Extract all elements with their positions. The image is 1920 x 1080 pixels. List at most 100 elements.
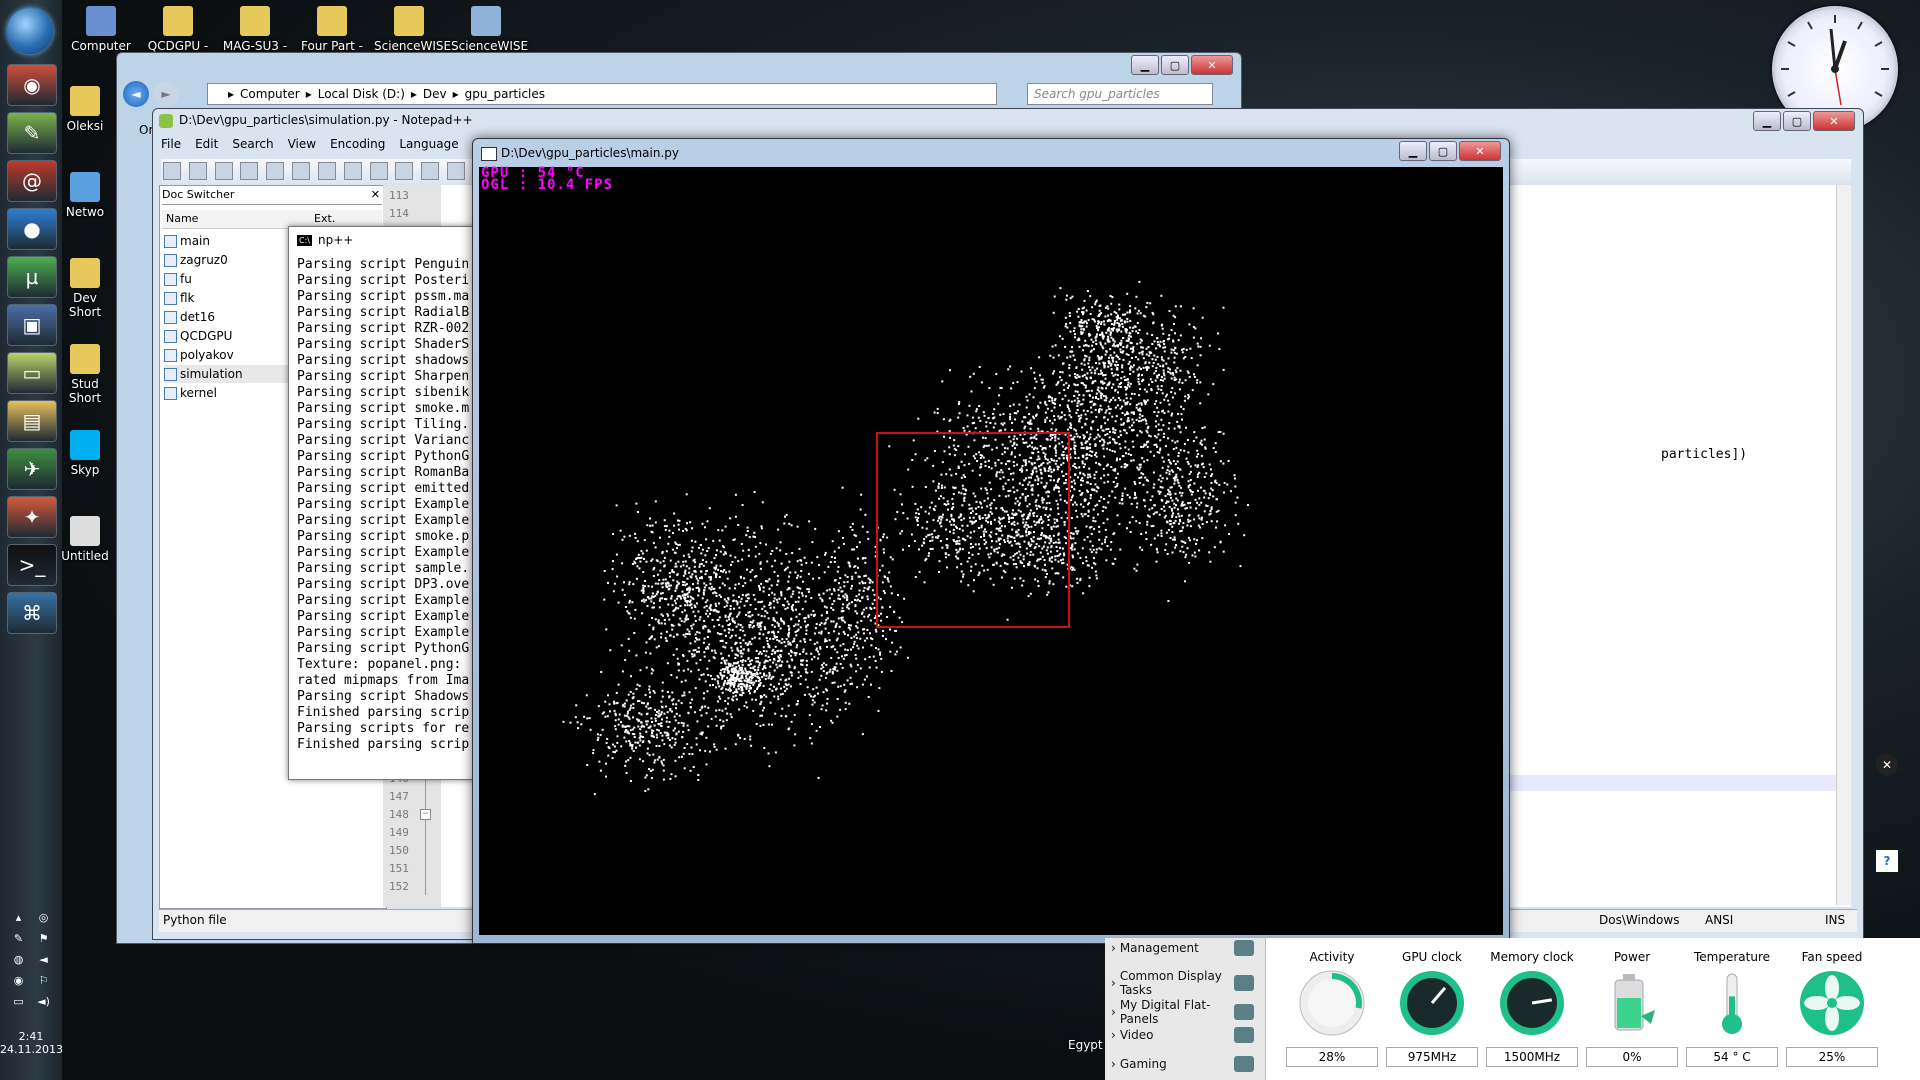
breadcrumb-item[interactable]: Computer: [240, 87, 300, 101]
utorrent-icon[interactable]: µ: [7, 256, 57, 298]
help-icon[interactable]: ?: [1876, 850, 1898, 872]
file-icon: [164, 234, 177, 248]
catalyst-nav-item[interactable]: › Gaming: [1111, 1056, 1261, 1072]
open-file-icon[interactable]: [188, 162, 207, 180]
desktop-icon[interactable]: Untitled: [60, 516, 110, 563]
console-line: Parsing script Example: [297, 513, 470, 528]
desktop-icon[interactable]: Netwo: [60, 172, 110, 219]
close-button[interactable]: ✕: [1191, 55, 1233, 75]
new-file-icon[interactable]: [163, 162, 181, 180]
close-icon[interactable]: ✕: [371, 188, 380, 201]
desktop-icon[interactable]: MAG-SU3 -: [220, 6, 290, 53]
tray-flag-icon[interactable]: ⚐: [35, 974, 52, 987]
menu-item[interactable]: File: [161, 137, 181, 157]
close-all-icon[interactable]: [292, 162, 311, 180]
desktop-icon[interactable]: ScienceWISE: [374, 6, 451, 53]
line-number: 152: [389, 880, 409, 893]
explorer-icon[interactable]: ▭: [7, 352, 57, 394]
desktop-icon[interactable]: QCDGPU -: [143, 6, 213, 53]
console-line: Parsing script PythonG: [297, 449, 470, 464]
tray-clock[interactable]: 2:41 24.11.2013: [0, 1030, 63, 1056]
search-input[interactable]: Search gpu_particles: [1027, 83, 1213, 105]
vertical-scrollbar[interactable]: [1836, 185, 1851, 905]
breadcrumb-item[interactable]: Local Disk (D:): [318, 87, 405, 101]
console-window[interactable]: C:\ np++ Parsing script Penguin Parsing s…: [288, 226, 482, 780]
close-button[interactable]: ✕: [1459, 141, 1501, 161]
close-file-icon[interactable]: [266, 162, 285, 180]
selection-box[interactable]: [876, 432, 1070, 628]
start-button[interactable]: [7, 8, 53, 54]
desktop-icon[interactable]: ScienceWISE: [451, 6, 528, 53]
save-all-icon[interactable]: [240, 162, 259, 180]
fold-toggle-icon[interactable]: −: [420, 809, 431, 820]
save-icon[interactable]: [214, 162, 233, 180]
map-app-icon[interactable]: ✈: [7, 448, 57, 490]
gauge-value: 0%: [1586, 1047, 1678, 1067]
tray-volume-icon[interactable]: ◄): [35, 995, 52, 1008]
close-icon[interactable]: ✕: [1876, 754, 1898, 776]
notepadpp-icon[interactable]: ✎: [7, 112, 57, 154]
tray-pen-icon[interactable]: ✎: [10, 932, 27, 945]
desktop-icon[interactable]: Stud Short: [60, 344, 110, 405]
tray-display-icon[interactable]: ▭: [10, 995, 27, 1008]
tray-antivirus-icon[interactable]: ◍: [10, 953, 27, 966]
chrome-icon[interactable]: ◉: [7, 64, 57, 106]
swirl-app-icon[interactable]: @: [7, 160, 57, 202]
tray-network-icon[interactable]: ▴: [10, 911, 27, 924]
menu-item[interactable]: View: [288, 137, 316, 157]
globe-icon[interactable]: ●: [7, 208, 57, 250]
catalyst-nav-item[interactable]: › Management: [1111, 940, 1261, 956]
tray-volume-muted-icon[interactable]: ◄: [35, 953, 52, 966]
tray-skype-icon[interactable]: ◎: [35, 911, 52, 924]
cmd-icon[interactable]: >_: [7, 544, 57, 586]
main-py-window[interactable]: D:\Dev\gpu_particles\main.py ▁ ▢ ✕ GPU :…: [472, 138, 1510, 944]
shortcut-icon: [317, 6, 347, 36]
close-button[interactable]: ✕: [1813, 111, 1855, 131]
paste-icon[interactable]: [395, 162, 414, 180]
desktop-icon[interactable]: Oleksi: [60, 86, 110, 133]
virtualbox-icon[interactable]: ▣: [7, 304, 57, 346]
cut-icon[interactable]: [343, 162, 362, 180]
catalyst-nav-item[interactable]: › Video: [1111, 1027, 1261, 1043]
copy-icon[interactable]: [369, 162, 388, 180]
tray-icons[interactable]: ▴ ◎ ✎ ⚑ ◍ ◄ ◉ ⚐ ▭ ◄): [0, 905, 62, 1025]
maximize-button[interactable]: ▢: [1429, 141, 1457, 161]
print-icon[interactable]: [317, 162, 336, 180]
breadcrumb-item[interactable]: Dev: [423, 87, 447, 101]
back-arrow-icon[interactable]: ◄: [123, 81, 149, 107]
maximize-button[interactable]: ▢: [1161, 55, 1189, 75]
column-name[interactable]: Name: [166, 212, 198, 225]
redo-icon[interactable]: [447, 162, 466, 180]
maximize-button[interactable]: ▢: [1783, 111, 1811, 131]
menu-item[interactable]: Language: [399, 137, 458, 157]
breadcrumb-item[interactable]: gpu_particles: [465, 87, 545, 101]
python-icon[interactable]: ⌘: [7, 592, 57, 634]
forward-arrow-icon[interactable]: ►: [153, 81, 179, 107]
particle-viewport[interactable]: GPU : 54 °C OGL : 10.4 FPS: [479, 166, 1503, 935]
minimize-button[interactable]: ▁: [1399, 141, 1427, 161]
flame-app-icon[interactable]: ✦: [7, 496, 57, 538]
menu-item[interactable]: Search: [232, 137, 273, 157]
tray-time: 2:41: [18, 1030, 44, 1043]
tray-gpu-icon[interactable]: ◉: [10, 974, 27, 987]
console-line: Parsing script sample.: [297, 561, 470, 576]
catalyst-nav-item[interactable]: › My Digital Flat-Panels: [1111, 998, 1261, 1026]
menu-item[interactable]: Encoding: [330, 137, 385, 157]
gauge-label: Temperature: [1693, 950, 1770, 964]
console-line: Parsing script Shadows: [297, 689, 470, 704]
minimize-button[interactable]: ▁: [1753, 111, 1781, 131]
console-line: Parsing script Posteri: [297, 273, 470, 288]
desktop-icon[interactable]: Four Part -: [297, 6, 367, 53]
column-ext[interactable]: Ext.: [314, 212, 335, 225]
catalyst-nav-item[interactable]: › Common Display Tasks: [1111, 969, 1261, 997]
tray-flag-alt-icon[interactable]: ⚑: [35, 932, 52, 945]
desktop-icon[interactable]: Computer: [66, 6, 136, 53]
minimize-button[interactable]: ▁: [1131, 55, 1159, 75]
address-bar[interactable]: ▸ Computer ▸ Local Disk (D:) ▸ Dev ▸ gpu_partic…: [207, 83, 997, 105]
desktop-icon[interactable]: Dev Short: [60, 258, 110, 319]
menu-item[interactable]: Edit: [195, 137, 218, 157]
folder-icon[interactable]: ▤: [7, 400, 57, 442]
shortcut-icon: [471, 6, 501, 36]
desktop-icon[interactable]: Skyp: [60, 430, 110, 477]
undo-icon[interactable]: [421, 162, 440, 180]
